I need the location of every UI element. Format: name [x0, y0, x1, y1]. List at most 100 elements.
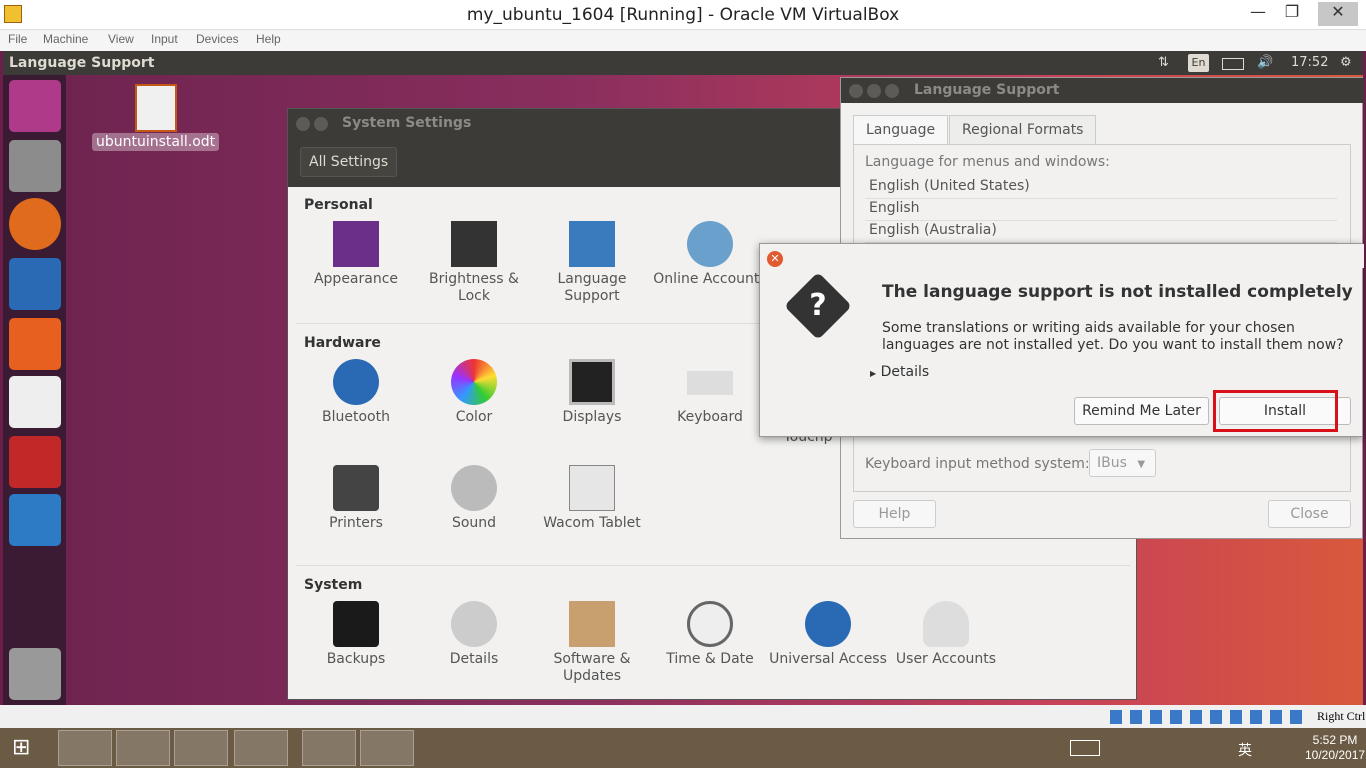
taskbar-clock[interactable]: 5:52 PM 10/20/2017: [1305, 733, 1365, 763]
tab-language[interactable]: Language: [853, 115, 949, 145]
help-button[interactable]: Help: [853, 500, 936, 528]
universal-access-item[interactable]: Universal Access: [769, 601, 887, 668]
volume-icon[interactable]: 🔊: [1257, 55, 1273, 70]
battery-icon[interactable]: [1222, 58, 1244, 70]
keyboard-icon: [687, 371, 733, 395]
input-method-select[interactable]: IBus ▼: [1089, 449, 1156, 477]
divider: [296, 565, 1130, 566]
gear-icon[interactable]: ⚙: [1340, 55, 1352, 70]
menu-devices[interactable]: Devices: [196, 32, 239, 46]
backups-icon: [333, 601, 379, 647]
users-icon: [923, 601, 969, 647]
lock-icon: [451, 221, 497, 267]
firefox-icon[interactable]: [9, 198, 61, 250]
language-icon: [569, 221, 615, 267]
ime-indicator[interactable]: 英: [1238, 740, 1252, 760]
chevron-down-icon: ▼: [1137, 459, 1146, 470]
details-expander[interactable]: ▶ Details: [870, 364, 929, 380]
software-updates-item[interactable]: Software & Updates: [533, 601, 651, 685]
menu-file[interactable]: File: [8, 32, 27, 46]
printer-icon: [333, 465, 379, 511]
close-dialog-button[interactable]: Close: [1268, 500, 1351, 528]
language-support-title: Language Support: [914, 82, 1060, 98]
minimize-window-icon[interactable]: [867, 84, 881, 98]
language-list-item[interactable]: English (United States): [865, 178, 1337, 199]
keyboard-item[interactable]: Keyboard: [651, 359, 769, 426]
maximize-window-icon[interactable]: [885, 84, 899, 98]
language-support-icon[interactable]: [9, 494, 61, 546]
all-settings-button[interactable]: All Settings: [300, 147, 398, 177]
files-icon[interactable]: [9, 140, 61, 192]
software-center-icon[interactable]: [9, 318, 61, 370]
printers-item[interactable]: Printers: [297, 465, 415, 532]
minimize-window-icon[interactable]: [314, 117, 328, 131]
libreoffice-writer-icon[interactable]: [9, 258, 61, 310]
word-icon[interactable]: [302, 730, 356, 766]
clock-icon: [687, 601, 733, 647]
taskbar-app-icon[interactable]: [58, 730, 112, 766]
amazon-icon[interactable]: [9, 376, 61, 428]
network-icon[interactable]: ⇅: [1158, 55, 1169, 70]
language-list-item[interactable]: English: [865, 200, 1337, 221]
panel-clock[interactable]: 17:52: [1291, 55, 1328, 70]
brightness-lock-item[interactable]: Brightness & Lock: [415, 221, 533, 305]
menu-machine[interactable]: Machine: [43, 32, 88, 46]
wacom-tablet-item[interactable]: Wacom Tablet: [533, 465, 651, 532]
tab-regional-formats[interactable]: Regional Formats: [949, 115, 1097, 145]
dialog-message: Some translations or writing aids availa…: [882, 320, 1344, 353]
maximize-button[interactable]: ❐: [1272, 2, 1312, 26]
color-item[interactable]: Color: [415, 359, 533, 426]
appearance-icon: [333, 221, 379, 267]
backups-item[interactable]: Backups: [297, 601, 415, 668]
displays-icon: [569, 359, 615, 405]
close-window-icon[interactable]: [296, 117, 310, 131]
menus-language-label: Language for menus and windows:: [865, 154, 1110, 170]
remind-me-later-button[interactable]: Remind Me Later: [1074, 397, 1209, 425]
input-method-label: Keyboard input method system:: [865, 456, 1090, 472]
paint-icon[interactable]: [360, 730, 414, 766]
color-icon: [451, 359, 497, 405]
section-personal: Personal: [304, 197, 373, 213]
keyboard-icon[interactable]: [1070, 740, 1100, 756]
desktop-file-label[interactable]: ubuntuinstall.odt: [92, 133, 220, 151]
time-date-item[interactable]: Time & Date: [651, 601, 769, 668]
user-accounts-item[interactable]: User Accounts: [887, 601, 1005, 668]
menu-view[interactable]: View: [108, 32, 134, 46]
accessibility-icon: [805, 601, 851, 647]
close-button[interactable]: ✕: [1318, 2, 1358, 26]
host-key-label: Right Ctrl: [1317, 709, 1366, 723]
menu-input[interactable]: Input: [151, 32, 178, 46]
details-item[interactable]: Details: [415, 601, 533, 668]
language-list-item[interactable]: English (Australia): [865, 222, 1337, 243]
trash-icon[interactable]: [9, 648, 61, 700]
online-accounts-item[interactable]: Online Accounts: [651, 221, 769, 288]
sound-icon: [451, 465, 497, 511]
file-explorer-icon[interactable]: [234, 730, 288, 766]
bluetooth-item[interactable]: Bluetooth: [297, 359, 415, 426]
close-window-icon[interactable]: [849, 84, 863, 98]
keyboard-layout-indicator[interactable]: En: [1188, 54, 1209, 72]
menu-help[interactable]: Help: [256, 32, 281, 46]
wacom-tablet-icon: [569, 465, 615, 511]
sound-item[interactable]: Sound: [415, 465, 533, 532]
language-support-item[interactable]: Language Support: [533, 221, 651, 305]
question-icon: ?: [809, 288, 827, 323]
dialog-heading: The language support is not installed co…: [882, 282, 1353, 302]
taskbar-app-icon[interactable]: [116, 730, 170, 766]
dialog-titlebar: [760, 244, 1364, 268]
close-icon[interactable]: ✕: [767, 251, 783, 267]
window-title: my_ubuntu_1604 [Running] - Oracle VM Vir…: [466, 5, 900, 25]
displays-item[interactable]: Displays: [533, 359, 651, 426]
install-highlight-box: [1213, 390, 1338, 432]
appearance-item[interactable]: Appearance: [297, 221, 415, 288]
bluetooth-icon: [333, 359, 379, 405]
system-settings-icon[interactable]: [9, 436, 61, 488]
panel-app-title: Language Support: [9, 55, 155, 71]
windows-start-icon[interactable]: ⊞: [12, 736, 38, 760]
ubuntu-dash-icon[interactable]: [9, 80, 61, 132]
system-settings-title: System Settings: [342, 115, 472, 131]
virtualbox-taskbar-icon[interactable]: [174, 730, 228, 766]
vm-status-icons[interactable]: [1110, 710, 1310, 724]
document-file-icon[interactable]: [135, 84, 177, 132]
section-system: System: [304, 577, 363, 593]
